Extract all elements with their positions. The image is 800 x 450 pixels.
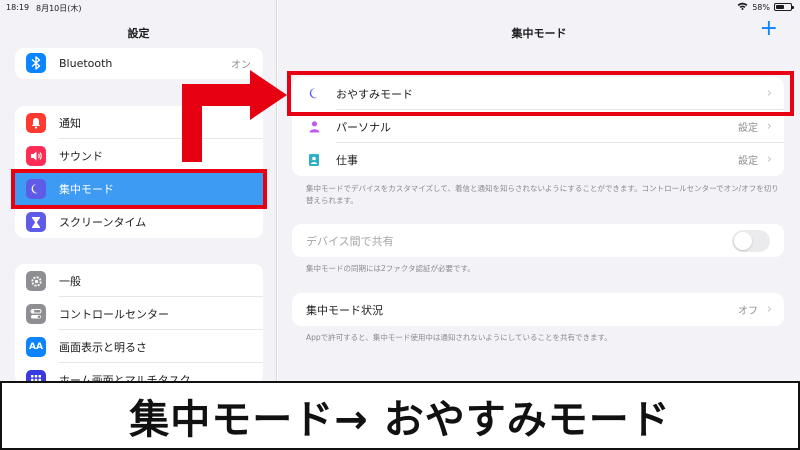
instruction-caption: 集中モード→ おやすみモード <box>0 381 800 450</box>
caption-text: 集中モード→ おやすみモード <box>129 396 671 443</box>
red-arrow-shape <box>182 70 287 162</box>
